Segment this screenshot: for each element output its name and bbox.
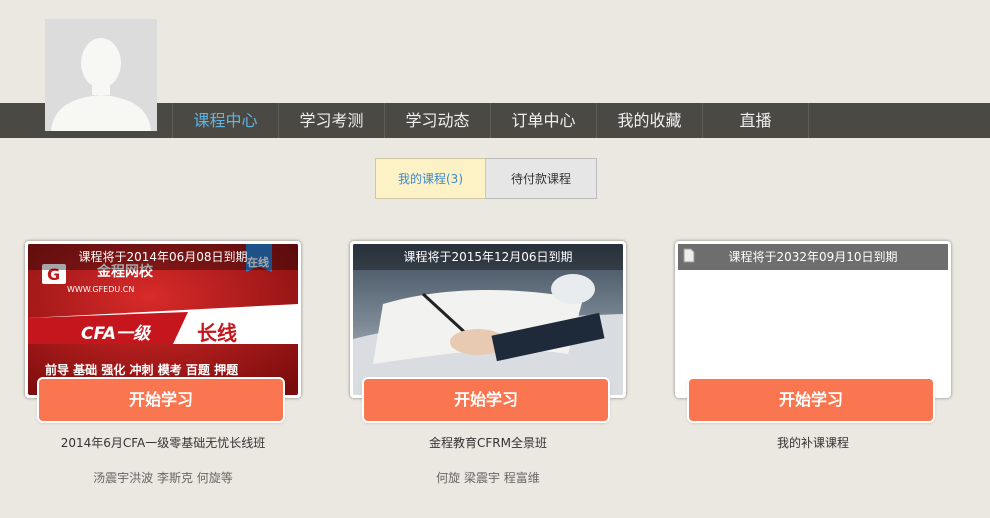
course-title[interactable]: 我的补课课程 — [663, 434, 963, 451]
banner-site: WWW.GFEDU.CN — [67, 285, 135, 294]
course-tabs: 我的课程(3) 待付款课程 — [375, 158, 597, 199]
banner-course-type: 长线 — [197, 321, 237, 345]
course-card[interactable]: 课程将于2032年09月10日到期 开始学习 — [675, 241, 951, 421]
course-title[interactable]: 金程教育CFRM全景班 — [338, 434, 638, 451]
banner-course-name: CFA一级 — [81, 324, 151, 344]
nav-study-activity[interactable]: 学习动态 — [385, 103, 491, 138]
expire-notice: 课程将于2015年12月06日到期 — [353, 244, 623, 270]
course-teachers: 汤震宇洪波 李斯克 何旋等 — [93, 471, 233, 485]
start-learning-button[interactable]: 开始学习 — [364, 379, 608, 421]
expire-notice: 课程将于2014年06月08日到期 — [28, 244, 298, 270]
banner-stages: 前导 基础 强化 冲刺 模考 百题 押题 — [45, 363, 239, 377]
nav-study-test[interactable]: 学习考测 — [279, 103, 385, 138]
user-avatar[interactable] — [45, 19, 157, 131]
expire-notice: 课程将于2032年09月10日到期 — [678, 244, 948, 270]
course-title[interactable]: 2014年6月CFA一级零基础无忧长线班 — [13, 434, 313, 451]
nav-order-center[interactable]: 订单中心 — [491, 103, 597, 138]
person-silhouette-icon — [45, 19, 157, 131]
nav-favorites[interactable]: 我的收藏 — [597, 103, 703, 138]
course-card[interactable]: 课程将于2015年12月06日到期 开始学习 — [350, 241, 626, 421]
start-learning-button[interactable]: 开始学习 — [689, 379, 933, 421]
course-card[interactable]: G 金程网校 WWW.GFEDU.CN 在线 CFA一级 长线 前导 基础 强化… — [25, 241, 301, 421]
tab-my-courses[interactable]: 我的课程(3) — [375, 158, 486, 199]
nav-course-center[interactable]: 课程中心 — [173, 103, 279, 138]
broken-image-icon — [683, 248, 695, 263]
nav-menu: 课程中心 学习考测 学习动态 订单中心 我的收藏 直播 — [172, 103, 809, 138]
start-learning-button[interactable]: 开始学习 — [39, 379, 283, 421]
nav-live[interactable]: 直播 — [703, 103, 809, 138]
tab-pending-payment[interactable]: 待付款课程 — [486, 158, 597, 199]
course-teachers: 何旋 梁震宇 程富维 — [436, 471, 540, 485]
